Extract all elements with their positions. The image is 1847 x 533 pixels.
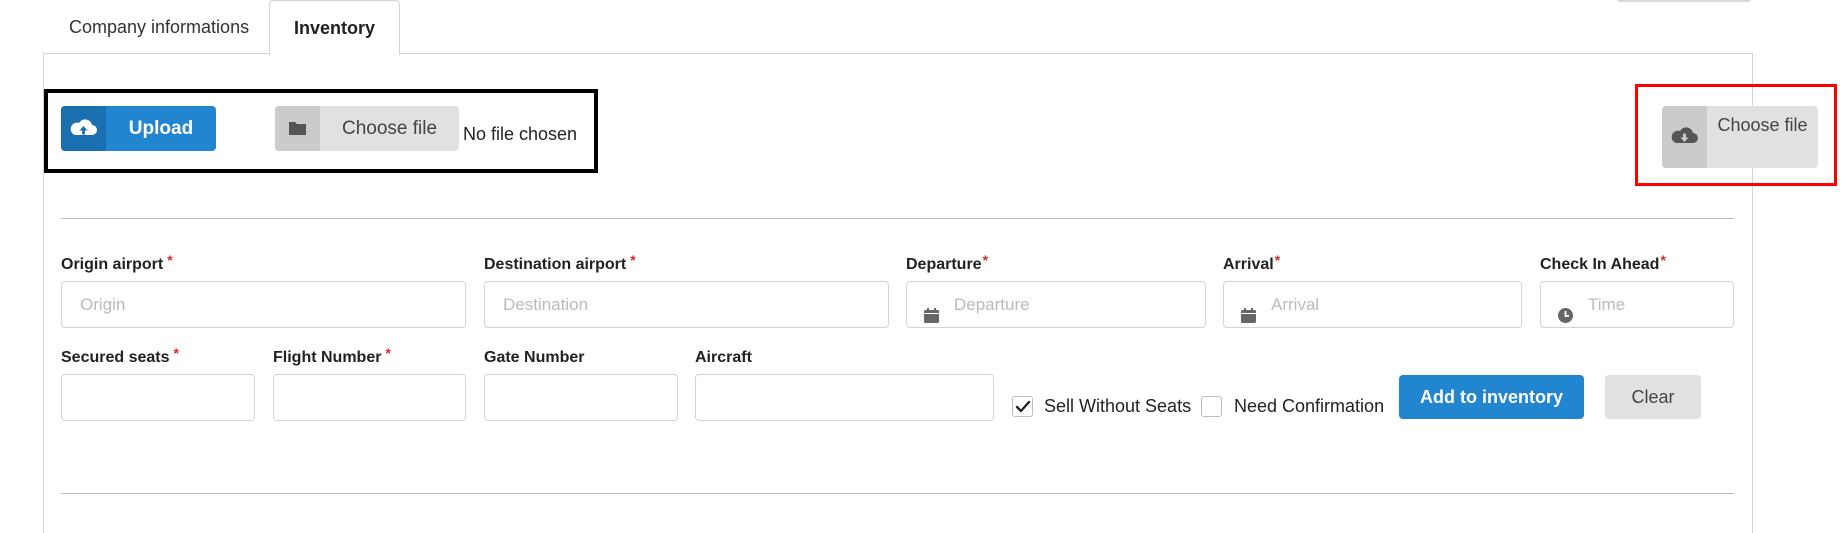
check-in-ahead-placeholder: Time	[1588, 295, 1626, 314]
bottom-divider	[61, 493, 1734, 494]
origin-airport-label: Origin airport *	[61, 252, 173, 273]
aircraft-label: Aircraft	[695, 349, 752, 366]
gate-number-input[interactable]	[484, 374, 678, 421]
aircraft-input[interactable]	[695, 374, 994, 421]
choose-file-button[interactable]: Choose file	[275, 106, 459, 151]
download-choose-file-button[interactable]: Choose file	[1662, 106, 1818, 168]
secured-seats-label: Secured seats *	[61, 345, 179, 366]
destination-input[interactable]: Destination	[484, 281, 889, 328]
departure-input[interactable]: Departure	[906, 281, 1206, 328]
cloud-upload-icon	[61, 106, 106, 151]
folder-icon	[275, 106, 320, 151]
check-in-ahead-label: Check In Ahead*	[1540, 252, 1666, 273]
check-in-ahead-input[interactable]: Time	[1540, 281, 1734, 328]
calendar-icon	[1240, 296, 1257, 323]
cloud-download-icon	[1662, 106, 1707, 168]
clear-button[interactable]: Clear	[1605, 375, 1701, 419]
upload-button-label: Upload	[128, 118, 194, 139]
no-file-chosen-text: No file chosen	[463, 124, 578, 144]
check-icon	[1013, 400, 1032, 420]
section-divider	[61, 218, 1734, 219]
flight-number-input[interactable]	[273, 374, 466, 421]
arrival-label: Arrival*	[1223, 252, 1281, 273]
tab-company-informations[interactable]: Company informations	[69, 0, 249, 54]
calendar-icon	[923, 296, 940, 323]
choose-file-button-label: Choose file	[341, 118, 438, 139]
sell-without-seats-label[interactable]: Sell Without Seats	[1044, 396, 1191, 417]
secured-seats-input[interactable]	[61, 374, 255, 421]
need-confirmation-label[interactable]: Need Confirmation	[1234, 396, 1384, 417]
departure-label: Departure*	[906, 252, 989, 273]
clock-icon	[1557, 296, 1574, 323]
need-confirmation-checkbox[interactable]	[1201, 396, 1222, 417]
add-to-inventory-button[interactable]: Add to inventory	[1399, 375, 1584, 419]
top-edge-divider	[1618, 0, 1750, 2]
departure-placeholder: Departure	[954, 295, 1030, 314]
flight-number-label: Flight Number *	[273, 345, 391, 366]
arrival-input[interactable]: Arrival	[1223, 281, 1522, 328]
sell-without-seats-checkbox[interactable]	[1012, 396, 1033, 417]
upload-button[interactable]: Upload	[61, 106, 216, 151]
download-choose-file-label: Choose file	[1717, 115, 1808, 135]
destination-airport-label: Destination airport *	[484, 252, 636, 273]
tab-inventory[interactable]: Inventory	[269, 0, 400, 55]
gate-number-label: Gate Number	[484, 349, 585, 366]
origin-input[interactable]: Origin	[61, 281, 466, 328]
arrival-placeholder: Arrival	[1271, 295, 1320, 314]
